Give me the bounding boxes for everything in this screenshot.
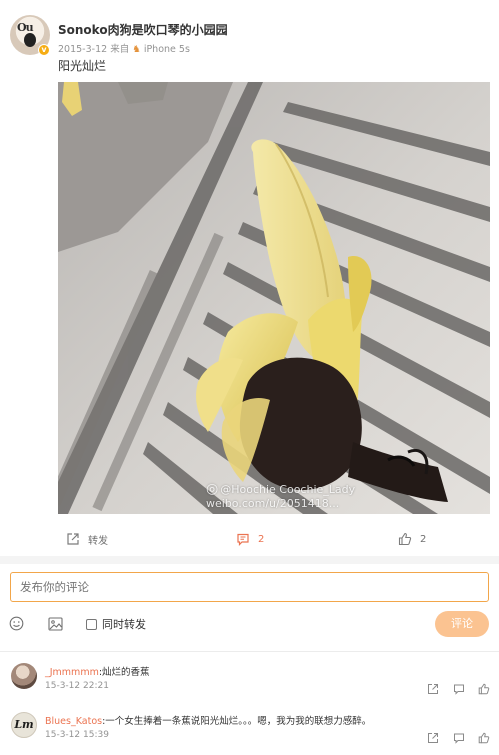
comment-count: 2: [258, 533, 265, 545]
comment-body: Blues_Katos:一个女生捧着一条蕉说阳光灿烂。。。嗯，我为我的联想力感醉…: [45, 713, 371, 727]
repost-also-option[interactable]: 同时转发: [86, 616, 146, 632]
composer-toolbar: 同时转发: [0, 608, 499, 638]
section-separator: [0, 556, 499, 564]
weibo-post: Ou v Sonoko肉狗是吹口琴的小园园 2015-3-12 来自 ♞ iPh…: [0, 0, 499, 522]
comment-text: :一个女生捧着一条蕉说阳光灿烂。。。嗯，我为我的联想力感醉。: [102, 716, 372, 727]
post-date: 2015-3-12: [58, 44, 108, 55]
repost-also-checkbox[interactable]: [86, 618, 97, 630]
like-button[interactable]: 2: [398, 531, 426, 547]
share-icon: [67, 533, 79, 545]
comment-body: _Jmmmmm:灿烂的香蕉: [45, 664, 150, 678]
watermark-url: weibo.com/u/2051418...: [206, 497, 340, 510]
commenter-name[interactable]: _Jmmmmm: [45, 667, 99, 678]
share-icon[interactable]: [427, 729, 439, 748]
banana-photo-illustration: [58, 82, 490, 514]
thumbs-up-icon[interactable]: [478, 680, 490, 699]
comment-item: _Jmmmmm:灿烂的香蕉 15-3-12 22:21: [0, 660, 499, 708]
submit-comment-button[interactable]: 评论: [435, 611, 489, 637]
avatar-figure: [24, 33, 36, 47]
comment-item: Lm Blues_Katos:一个女生捧着一条蕉说阳光灿烂。。。嗯，我为我的联想…: [0, 710, 499, 755]
comment-text: :灿烂的香蕉: [98, 667, 150, 678]
weibo-logo-icon: ◎: [206, 481, 219, 497]
like-count: 2: [420, 533, 427, 545]
comment-time: 15-3-12 22:21: [45, 681, 109, 691]
post-photo[interactable]: ◎ @Hoochie Coochie_Lady weibo.com/u/20514…: [58, 82, 490, 514]
author-name[interactable]: Sonoko肉狗是吹口琴的小园园: [58, 21, 228, 38]
horse-icon: ♞: [132, 44, 141, 55]
thumbs-up-icon[interactable]: [478, 729, 490, 748]
commenter-name[interactable]: Blues_Katos: [45, 716, 102, 727]
watermark-handle: @Hoochie Coochie_Lady: [220, 483, 356, 496]
comments-divider: [0, 651, 499, 652]
reply-icon[interactable]: [453, 729, 465, 748]
commenter-avatar-text: Lm: [14, 718, 34, 731]
commenter-avatar[interactable]: Lm: [11, 712, 37, 738]
comment-icon: [237, 533, 249, 546]
post-meta: 2015-3-12 来自 ♞ iPhone 5s: [58, 41, 190, 55]
comment-time: 15-3-12 15:39: [45, 730, 109, 740]
photo-watermark: ◎ @Hoochie Coochie_Lady weibo.com/u/20514…: [206, 482, 355, 511]
comment-button[interactable]: 2: [236, 531, 264, 547]
repost-label: 转发: [88, 535, 108, 547]
thumbs-up-icon: [398, 532, 412, 546]
repost-button[interactable]: 转发: [66, 531, 108, 547]
source-device[interactable]: iPhone 5s: [144, 44, 190, 55]
post-text: 阳光灿烂: [58, 59, 107, 73]
source-prefix: 来自: [110, 44, 130, 55]
comment-input[interactable]: [10, 572, 489, 602]
post-actions: 转发 2 2: [0, 522, 499, 556]
emoji-icon[interactable]: [9, 616, 24, 635]
image-upload-icon[interactable]: [48, 616, 63, 635]
reply-icon[interactable]: [453, 680, 465, 699]
repost-also-label: 同时转发: [102, 618, 146, 631]
share-icon[interactable]: [427, 680, 439, 699]
verified-badge-icon: v: [38, 44, 50, 56]
commenter-avatar[interactable]: [11, 663, 37, 689]
